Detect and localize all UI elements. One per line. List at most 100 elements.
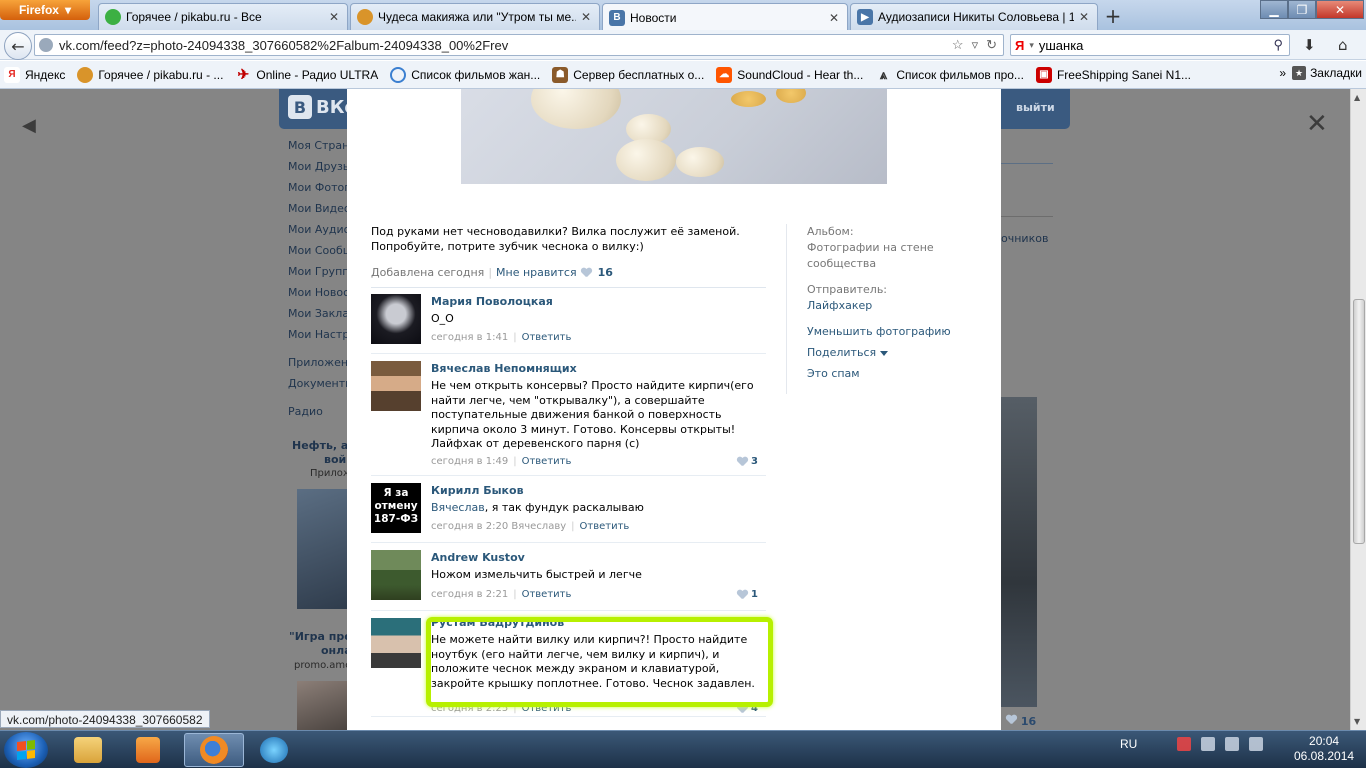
bookmark-ultra[interactable]: ✈ Online - Радио ULTRA <box>235 66 379 83</box>
bookmark-freeshipping[interactable]: ▣ FreeShipping Sanei N1... <box>1035 66 1191 83</box>
menu-item-photos[interactable]: Мои Фотографии <box>288 181 348 202</box>
close-viewer-button[interactable]: ✕ <box>1306 109 1328 139</box>
restore-button[interactable]: ❐ <box>1288 0 1316 19</box>
bookmarks-overflow-button[interactable]: » <box>1279 66 1286 80</box>
comment-author[interactable]: Andrew Kustov <box>431 551 525 564</box>
start-button[interactable] <box>4 732 48 768</box>
bookmarks-folder-button[interactable]: ★ Закладки <box>1292 66 1362 80</box>
menu-item-groups[interactable]: Мои Группы <box>288 265 348 286</box>
bookmark-yandex[interactable]: Я Яндекс <box>4 66 65 83</box>
shrink-photo-link[interactable]: Уменьшить фотографию <box>807 324 986 340</box>
tab-pikabu[interactable]: Горячее / pikabu.ru - Все ✕ <box>98 3 348 30</box>
search-bar[interactable]: Я ▾ ушанка ⚲ <box>1010 34 1290 56</box>
menu-item-videos[interactable]: Мои Видеозаписи <box>288 202 348 223</box>
network-icon[interactable] <box>1177 737 1192 751</box>
reply-link[interactable]: Ответить <box>522 332 572 343</box>
comment-time[interactable]: сегодня в 2:20 Вячеславу <box>431 521 566 532</box>
scroll-down-icon[interactable]: ▼ <box>1354 717 1360 726</box>
reply-link[interactable]: Ответить <box>580 521 630 532</box>
like-link[interactable]: Мне нравится <box>496 266 577 279</box>
feed-image[interactable] <box>1001 397 1037 707</box>
status-url: vk.com/photo-24094338_307660582 <box>0 710 210 728</box>
menu-item-bookmarks[interactable]: Мои Закладки <box>288 307 348 328</box>
shield-icon[interactable] <box>1201 737 1216 751</box>
search-input[interactable]: ушанка <box>1039 38 1084 53</box>
menu-item-apps[interactable]: Приложения <box>288 356 348 377</box>
comment-time[interactable]: сегодня в 1:49 <box>431 456 508 467</box>
reply-link[interactable]: Ответить <box>522 589 572 600</box>
taskbar-explorer[interactable] <box>58 733 118 767</box>
language-indicator[interactable]: RU <box>1120 737 1137 751</box>
ad-image[interactable] <box>297 681 348 730</box>
volume-icon[interactable] <box>1249 737 1264 751</box>
comment-author[interactable]: Мария Поволоцкая <box>431 295 553 308</box>
taskbar-firefox[interactable] <box>184 733 244 767</box>
clock[interactable]: 20:04 06.08.2014 <box>1294 734 1354 764</box>
comment-like[interactable]: 3 <box>737 456 758 467</box>
back-button[interactable]: ← <box>4 32 32 60</box>
menu-item-messages[interactable]: Мои Сообщения <box>288 244 348 265</box>
page-scrollbar[interactable]: ▲ ▼ <box>1350 89 1366 730</box>
menu-item-settings[interactable]: Мои Настройки <box>288 328 348 349</box>
chevron-down-icon[interactable]: ▿ <box>972 37 979 53</box>
tab-makeup[interactable]: Чудеса макияжа или "Утром ты ме... ✕ <box>350 3 600 30</box>
feed-like[interactable]: 16 <box>1006 715 1036 728</box>
photo[interactable] <box>461 89 887 184</box>
tab-audio[interactable]: ▶ Аудиозаписи Никиты Соловьева | 1... ✕ <box>850 3 1098 30</box>
new-tab-button[interactable]: + <box>1100 4 1126 28</box>
scroll-up-icon[interactable]: ▲ <box>1354 93 1360 102</box>
reply-link[interactable]: Ответить <box>522 456 572 467</box>
home-icon[interactable]: ⌂ <box>1338 36 1348 54</box>
taskbar-media-player[interactable] <box>118 733 178 767</box>
close-icon[interactable]: ✕ <box>581 10 593 24</box>
url-bar[interactable]: vk.com/feed?z=photo-24094338_307660582%2… <box>34 34 1004 56</box>
comment-time[interactable]: сегодня в 2:21 <box>431 589 508 600</box>
heart-icon[interactable] <box>581 268 592 278</box>
bookmark-films-2[interactable]: ⩓ Список фильмов про... <box>875 67 1024 83</box>
download-icon[interactable]: ⬇ <box>1303 36 1316 54</box>
close-icon[interactable]: ✕ <box>329 10 341 24</box>
album-name[interactable]: Фотографии на стене сообщества <box>807 240 937 272</box>
bookmark-server[interactable]: ☗ Сервер бесплатных о... <box>552 66 704 83</box>
menu-item-docs[interactable]: Документы <box>288 377 348 398</box>
window-close-button[interactable]: ✕ <box>1316 0 1364 19</box>
reply-to-link[interactable]: Вячеслав <box>431 501 485 514</box>
comment-author[interactable]: Вячеслав Непомнящих <box>431 362 577 375</box>
taskbar-app[interactable] <box>244 733 304 767</box>
logout-link[interactable]: выйти <box>1016 101 1055 114</box>
search-icon[interactable]: ⚲ <box>1273 37 1289 53</box>
ad-title[interactable]: Нефть, ал вой <box>292 439 348 467</box>
comment-time[interactable]: сегодня в 1:41 <box>431 332 508 343</box>
close-icon[interactable]: ✕ <box>1079 10 1091 24</box>
share-link[interactable]: Поделиться <box>807 345 986 361</box>
bookmark-soundcloud[interactable]: ☁ SoundCloud - Hear th... <box>716 66 863 83</box>
close-icon[interactable]: ✕ <box>829 11 841 25</box>
previous-photo-button[interactable]: ◀ <box>22 115 36 136</box>
reload-icon[interactable]: ↻ <box>986 37 997 53</box>
ad-title[interactable]: "Игра пре онла <box>289 630 348 658</box>
menu-item-radio[interactable]: Радио <box>288 405 348 426</box>
right-column-link[interactable]: очников <box>1001 232 1048 245</box>
scroll-thumb[interactable] <box>1353 299 1365 544</box>
ad-image[interactable] <box>297 489 348 609</box>
menu-item-news[interactable]: Мои Новости <box>288 286 348 307</box>
bookmark-films[interactable]: Список фильмов жан... <box>390 66 540 83</box>
sender-link[interactable]: Лайфхакер <box>807 298 986 314</box>
comment-like[interactable]: 1 <box>737 589 758 600</box>
menu-item-friends[interactable]: Мои Друзья <box>288 160 348 181</box>
tab-news[interactable]: В Новости ✕ <box>602 3 848 31</box>
menu-item-audio[interactable]: Мои Аудиозаписи <box>288 223 348 244</box>
report-spam-link[interactable]: Это спам <box>807 366 986 382</box>
avatar[interactable] <box>371 550 421 600</box>
bookmark-pikabu[interactable]: Горячее / pikabu.ru - ... <box>77 66 223 83</box>
avatar[interactable]: Я за отмену 187-ФЗ <box>371 483 421 533</box>
comment-author[interactable]: Кирилл Быков <box>431 484 524 497</box>
monitor-icon[interactable] <box>1225 737 1240 751</box>
avatar[interactable] <box>371 618 421 668</box>
firefox-menu-button[interactable]: Firefox ▾ <box>0 0 90 20</box>
avatar[interactable] <box>371 361 421 411</box>
minimize-button[interactable]: ▁ <box>1260 0 1288 19</box>
star-icon[interactable]: ☆ <box>952 37 964 53</box>
menu-item-my-page[interactable]: Моя Страница <box>288 139 348 160</box>
avatar[interactable] <box>371 294 421 344</box>
